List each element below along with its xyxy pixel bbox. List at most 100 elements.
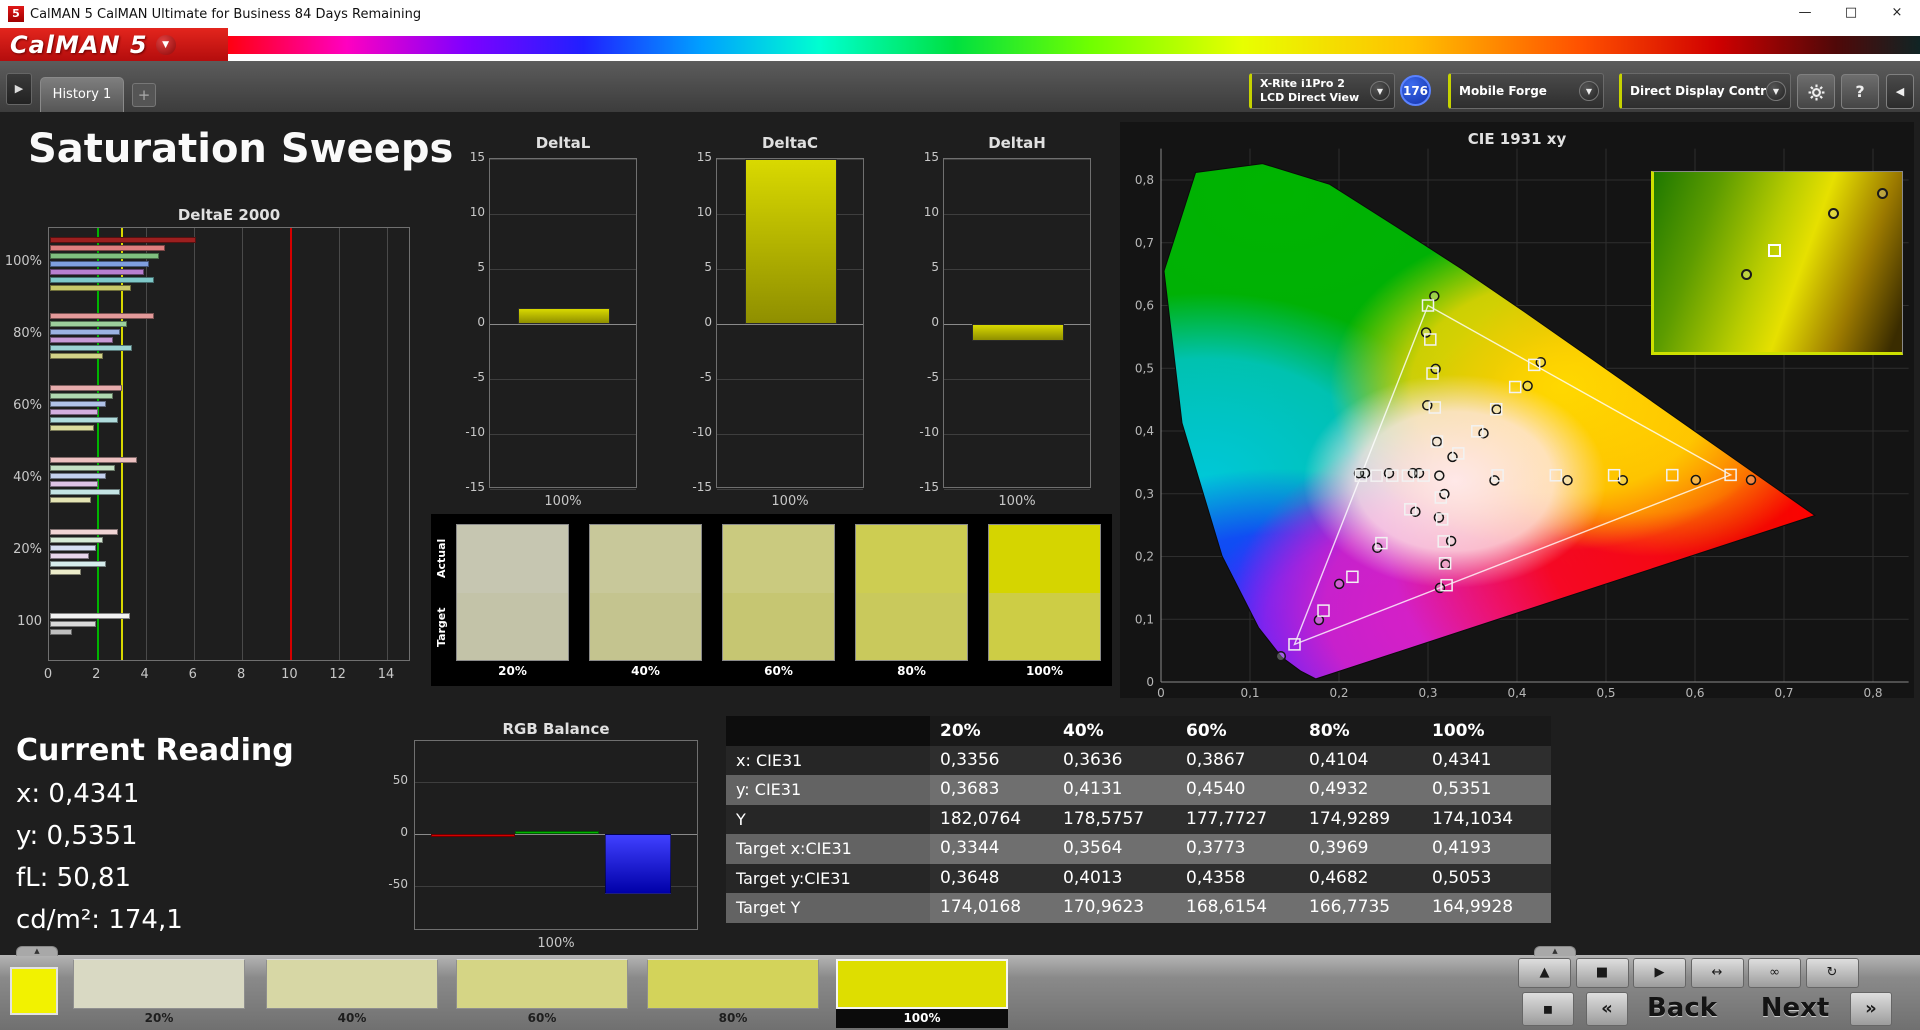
add-tab-button[interactable]: + bbox=[132, 83, 156, 107]
actual-row-label: Actual bbox=[435, 538, 448, 579]
table-cell: 168,6154 bbox=[1176, 893, 1299, 923]
eject-button[interactable]: ▲ bbox=[1518, 958, 1571, 988]
current-patch-preview[interactable] bbox=[10, 967, 58, 1015]
chevron-down-icon[interactable]: ▼ bbox=[1766, 81, 1786, 101]
tab-history-1[interactable]: History 1 bbox=[40, 77, 124, 112]
workflow-name: Mobile Forge bbox=[1459, 84, 1547, 98]
gridline bbox=[490, 159, 636, 160]
table-cell: 0,5351 bbox=[1422, 775, 1551, 805]
stop-button[interactable]: ■ bbox=[1575, 958, 1629, 988]
table-cell: 178,5757 bbox=[1053, 804, 1176, 834]
svg-text:0: 0 bbox=[1146, 675, 1154, 689]
table-cell: 0,4193 bbox=[1422, 834, 1551, 864]
patch-button-100%[interactable]: 100% bbox=[836, 959, 1008, 1029]
mini-chart-plot bbox=[489, 158, 637, 490]
collapse-panel-button[interactable]: ◀ bbox=[1886, 74, 1914, 109]
next-chevron-button[interactable]: » bbox=[1850, 992, 1892, 1026]
actual-swatch bbox=[989, 525, 1100, 593]
table-cell: 0,4104 bbox=[1299, 745, 1422, 775]
axis-tick: 4 bbox=[140, 667, 149, 682]
reference-line bbox=[290, 228, 293, 660]
back-chevron-button[interactable]: « bbox=[1586, 992, 1628, 1026]
table-cell: 0,3564 bbox=[1053, 834, 1176, 864]
deltae-bar bbox=[50, 465, 116, 471]
patch-color bbox=[73, 959, 245, 1009]
table-row-label: x: CIE31 bbox=[726, 745, 930, 775]
calman-logo[interactable]: CalMAN 5 ▼ bbox=[0, 28, 228, 61]
svg-text:0,3: 0,3 bbox=[1135, 487, 1154, 501]
gridline bbox=[944, 159, 1090, 160]
patch-button-60%[interactable]: 60% bbox=[456, 959, 628, 1029]
patch-button-80%[interactable]: 80% bbox=[647, 959, 819, 1029]
table-header-cell bbox=[726, 716, 930, 747]
play-button[interactable]: ▶ bbox=[1633, 958, 1686, 988]
table-cell: 164,9928 bbox=[1422, 893, 1551, 923]
deltae-bar bbox=[50, 237, 196, 243]
gridline bbox=[490, 434, 636, 435]
patch-button-20%[interactable]: 20% bbox=[73, 959, 245, 1029]
page-title: Saturation Sweeps bbox=[28, 126, 454, 172]
target-swatch bbox=[457, 592, 568, 660]
swatch-label: 40% bbox=[631, 664, 660, 678]
pattern-button[interactable]: ↔ bbox=[1690, 958, 1744, 988]
svg-text:0,2: 0,2 bbox=[1135, 550, 1154, 564]
svg-text:0,7: 0,7 bbox=[1135, 236, 1154, 250]
luminance-badge[interactable]: 176 bbox=[1400, 75, 1431, 106]
patch-color bbox=[836, 959, 1008, 1009]
panel-handle-right[interactable]: ▲ bbox=[1534, 946, 1576, 956]
svg-text:0,7: 0,7 bbox=[1774, 686, 1793, 698]
inset-measured-circle bbox=[1877, 188, 1889, 200]
tab-nav-arrow-button[interactable]: ▶ bbox=[6, 73, 32, 105]
saturation-swatch bbox=[456, 524, 569, 661]
patch-label: 20% bbox=[144, 1011, 174, 1025]
continuous-button[interactable]: ∞ bbox=[1748, 958, 1801, 988]
patch-button-40%[interactable]: 40% bbox=[266, 959, 438, 1029]
workflow-dropdown[interactable]: Mobile Forge ▼ bbox=[1448, 73, 1604, 109]
chevron-down-icon[interactable]: ▼ bbox=[1579, 81, 1599, 101]
actual-swatch bbox=[856, 525, 967, 593]
help-button[interactable]: ? bbox=[1841, 74, 1879, 109]
loop-button[interactable]: ↻ bbox=[1805, 958, 1859, 988]
back-button[interactable]: Back bbox=[1632, 992, 1732, 1026]
deltae-bar bbox=[50, 529, 118, 535]
close-button[interactable]: × bbox=[1874, 0, 1920, 28]
panel-handle-left[interactable]: ▲ bbox=[16, 946, 58, 956]
mini-chart-title: DeltaC bbox=[761, 134, 819, 152]
axis-tick: -5 bbox=[473, 370, 485, 384]
table-cell: 182,0764 bbox=[930, 804, 1053, 834]
deltae-chart bbox=[48, 227, 410, 661]
cie-1931-panel: CIE 1931 xy 0 0 0,1 0,1 0,2 0,2 0,3 0,3 0,4 0,4 0,… bbox=[1120, 122, 1914, 700]
svg-text:0,4: 0,4 bbox=[1507, 686, 1526, 698]
table-cell: 0,4358 bbox=[1176, 863, 1299, 893]
table-cell: 0,3867 bbox=[1176, 745, 1299, 775]
deltae-bar bbox=[50, 545, 96, 551]
minimize-button[interactable]: — bbox=[1782, 0, 1828, 28]
swatch-label: 60% bbox=[764, 664, 793, 678]
deltae-bar bbox=[50, 473, 106, 479]
swatch-label: 100% bbox=[1025, 664, 1064, 678]
rgb-balance-x-label: 100% bbox=[537, 936, 575, 951]
patch-label: 100% bbox=[836, 1009, 1008, 1028]
axis-tick: 2 bbox=[92, 667, 101, 682]
chevron-down-icon[interactable]: ▼ bbox=[1370, 81, 1390, 101]
maximize-button[interactable]: □ bbox=[1828, 0, 1874, 28]
calman-logo-text: CalMAN 5 bbox=[10, 30, 148, 59]
axis-tick: 10 bbox=[469, 205, 485, 219]
table-cell: 174,1034 bbox=[1422, 804, 1551, 834]
axis-tick: 10 bbox=[281, 667, 298, 682]
table-cell: 0,3648 bbox=[930, 863, 1053, 893]
deltae-bar bbox=[50, 245, 165, 251]
gridline bbox=[490, 324, 636, 325]
meter-dropdown[interactable]: X-Rite i1Pro 2 LCD Direct View ▼ bbox=[1249, 73, 1395, 109]
deltah-chart: DeltaH 15 10 5 0 -5 -10 -15 100% bbox=[905, 130, 1097, 510]
patch-color bbox=[266, 959, 438, 1009]
table-cell: 170,9623 bbox=[1053, 893, 1176, 923]
axis-tick: 6 bbox=[188, 667, 197, 682]
standby-button[interactable]: ◼ bbox=[1522, 992, 1574, 1026]
display-control-dropdown[interactable]: Direct Display Control ▼ bbox=[1619, 73, 1791, 109]
settings-button[interactable] bbox=[1797, 74, 1835, 109]
rainbow-gradient-strip bbox=[228, 36, 1920, 54]
logo-dropdown-caret[interactable]: ▼ bbox=[155, 34, 176, 55]
next-button[interactable]: Next bbox=[1745, 992, 1845, 1026]
deltae-bar bbox=[50, 385, 123, 391]
